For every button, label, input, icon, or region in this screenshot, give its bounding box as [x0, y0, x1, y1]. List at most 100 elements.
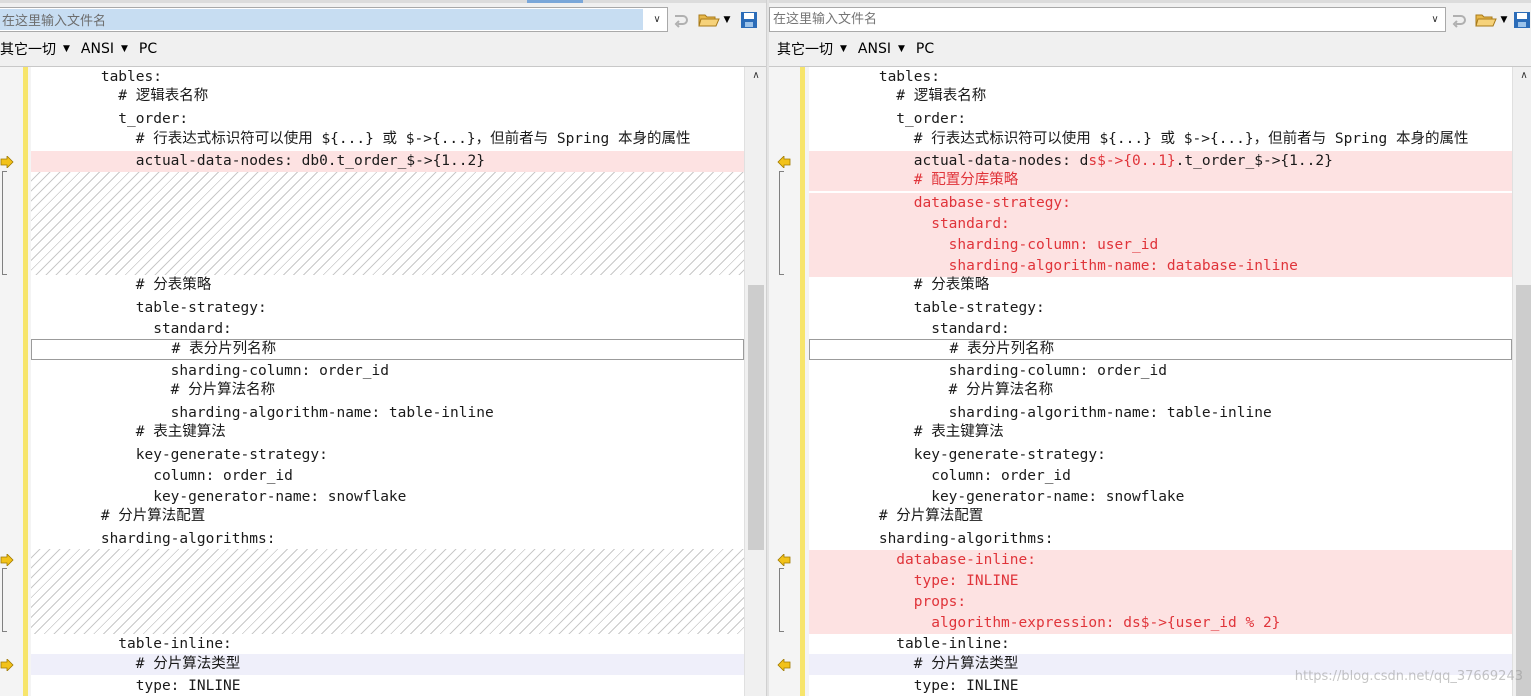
open-folder-icon[interactable]: [1474, 9, 1498, 31]
code-line: key-generate-strategy:: [809, 447, 1106, 463]
chevron-down-icon[interactable]: ∨: [1427, 11, 1443, 28]
code-line-changed: actual-data-nodes: db0.t_order_$->{1..2}: [31, 151, 744, 172]
diff-bracket: [779, 171, 784, 275]
scroll-up-arrow-icon[interactable]: ∧: [745, 69, 766, 83]
diff-bracket: [779, 568, 784, 632]
diff-marker-left-icon[interactable]: [777, 554, 791, 566]
diff-marker-left-icon[interactable]: [777, 156, 791, 168]
right-line-ending-label[interactable]: PC: [916, 41, 934, 57]
right-charset-filter-label: 其它一切: [777, 42, 833, 58]
open-folder-icon[interactable]: [697, 9, 721, 31]
missing-lines-placeholder: [31, 172, 744, 275]
code-line-added: algorithm-expression: ds$->{user_id % 2}: [809, 613, 1512, 634]
code-line: # 分片算法配置: [809, 508, 984, 524]
code-line: table-inline:: [809, 636, 1010, 652]
code-line-added: props:: [809, 592, 1512, 613]
code-line-added: sharding-algorithm-name: database-inline: [809, 256, 1512, 277]
missing-lines-placeholder: [31, 549, 744, 634]
reload-icon[interactable]: [1448, 9, 1470, 31]
code-line: standard:: [809, 321, 1010, 337]
code-line: # 分片算法名称: [809, 382, 1054, 398]
code-line: t_order:: [809, 111, 967, 127]
save-icon[interactable]: [1513, 9, 1531, 31]
code-line-focused: # 表分片列名称: [31, 339, 744, 360]
scroll-up-arrow-icon[interactable]: ∧: [1513, 69, 1531, 83]
diff-marker-right-icon[interactable]: [0, 554, 14, 566]
code-line: key-generator-name: snowflake: [31, 489, 407, 505]
right-encoding-dropdown[interactable]: ANSI ▼: [858, 41, 905, 57]
code-line-added: type: INLINE: [809, 571, 1512, 592]
code-line: # 行表达式标识符可以使用 ${...} 或 $->{...}，但前者与 Spr…: [31, 131, 691, 147]
diff-marker-right-icon[interactable]: [0, 156, 14, 168]
dropdown-arrow-icon: ▼: [63, 44, 70, 54]
code-line: sharding-algorithm-name: table-inline: [31, 405, 494, 421]
code-line: # 逻辑表名称: [31, 88, 209, 104]
code-line: type: INLINE: [31, 678, 241, 694]
code-line: t_order:: [31, 111, 189, 127]
left-encoding-label: ANSI: [80, 41, 114, 57]
dropdown-arrow-icon: ▼: [121, 44, 128, 54]
code-line: sharding-algorithms:: [31, 531, 276, 547]
code-text-changed: s$->{0..1}: [1088, 153, 1176, 169]
code-line: sharding-column: order_id: [809, 363, 1167, 379]
code-line-added: database-inline:: [809, 550, 1512, 571]
right-format-bar: 其它一切 ▼ ANSI ▼ PC: [769, 38, 1531, 60]
dropdown-arrow-icon: ▼: [898, 44, 905, 54]
diff-bracket: [2, 568, 7, 632]
code-line: # 表主键算法: [809, 424, 1004, 440]
code-line: sharding-column: order_id: [31, 363, 389, 379]
code-line: tables:: [31, 69, 162, 85]
left-vertical-scrollbar[interactable]: ∧: [744, 67, 766, 696]
left-charset-filter-dropdown[interactable]: 其它一切 ▼: [0, 39, 70, 59]
right-path-input[interactable]: [771, 9, 1423, 30]
code-line: # 表主键算法: [31, 424, 226, 440]
code-line: # 分表策略: [31, 277, 212, 293]
code-line: # 分片算法配置: [31, 508, 206, 524]
right-vertical-scrollbar[interactable]: ∧: [1512, 67, 1531, 696]
code-line: sharding-algorithm-name: table-inline: [809, 405, 1272, 421]
right-path-bar: ∨ ▼: [769, 5, 1531, 32]
reload-icon[interactable]: [670, 9, 692, 31]
diff-marker-left-icon[interactable]: [777, 659, 791, 671]
right-modified-bar: [800, 67, 805, 696]
code-text: .t_order_$->{1..2}: [1175, 153, 1333, 169]
code-line-changed: actual-data-nodes: ds$->{0..1}.t_order_$…: [809, 151, 1512, 172]
chevron-down-icon[interactable]: ∨: [649, 11, 665, 28]
right-path-combo[interactable]: ∨: [769, 7, 1446, 32]
code-line-added: database-strategy:: [809, 193, 1512, 214]
dropdown-arrow-icon: ▼: [840, 44, 847, 54]
left-encoding-dropdown[interactable]: ANSI ▼: [81, 41, 128, 57]
right-code-area[interactable]: tables: # 逻辑表名称 t_order: # 行表达式标识符可以使用 $…: [809, 67, 1512, 696]
right-gutter: [769, 67, 809, 696]
left-line-ending-label[interactable]: PC: [139, 41, 157, 57]
right-pane: ∨ ▼ 其它一切 ▼ ANSI ▼ PC tables:: [769, 0, 1531, 696]
code-line: table-inline:: [31, 636, 232, 652]
left-path-combo[interactable]: ∨: [0, 7, 668, 32]
left-modified-bar: [23, 67, 28, 696]
code-line: table-strategy:: [809, 300, 1045, 316]
diff-bracket: [2, 171, 7, 275]
code-line: # 行表达式标识符可以使用 ${...} 或 $->{...}，但前者与 Spr…: [809, 131, 1469, 147]
left-editor[interactable]: tables: # 逻辑表名称 t_order: # 行表达式标识符可以使用 $…: [0, 66, 766, 696]
open-dropdown-icon[interactable]: ▼: [721, 9, 733, 31]
code-line: table-strategy:: [31, 300, 267, 316]
left-code-area[interactable]: tables: # 逻辑表名称 t_order: # 行表达式标识符可以使用 $…: [31, 67, 744, 696]
code-line: # 逻辑表名称: [809, 88, 987, 104]
left-path-bar: ∨ ▼: [0, 5, 766, 32]
code-line: key-generator-name: snowflake: [809, 489, 1185, 505]
code-line-added: standard:: [809, 214, 1512, 235]
code-line: key-generate-strategy:: [31, 447, 328, 463]
left-path-input[interactable]: [0, 9, 643, 30]
right-charset-filter-dropdown[interactable]: 其它一切 ▼: [777, 39, 847, 59]
code-line-current: # 分片算法类型: [31, 654, 744, 675]
left-scroll-thumb[interactable]: [748, 285, 764, 550]
right-editor[interactable]: tables: # 逻辑表名称 t_order: # 行表达式标识符可以使用 $…: [769, 66, 1531, 696]
right-scroll-thumb[interactable]: [1516, 285, 1531, 696]
right-encoding-label: ANSI: [857, 41, 891, 57]
right-line-ending-text: PC: [915, 41, 935, 57]
code-line: column: order_id: [31, 468, 293, 484]
diff-marker-right-icon[interactable]: [0, 659, 14, 671]
save-icon[interactable]: [738, 9, 760, 31]
code-line-added: # 配置分库策略: [809, 170, 1512, 191]
open-dropdown-icon[interactable]: ▼: [1498, 9, 1510, 31]
